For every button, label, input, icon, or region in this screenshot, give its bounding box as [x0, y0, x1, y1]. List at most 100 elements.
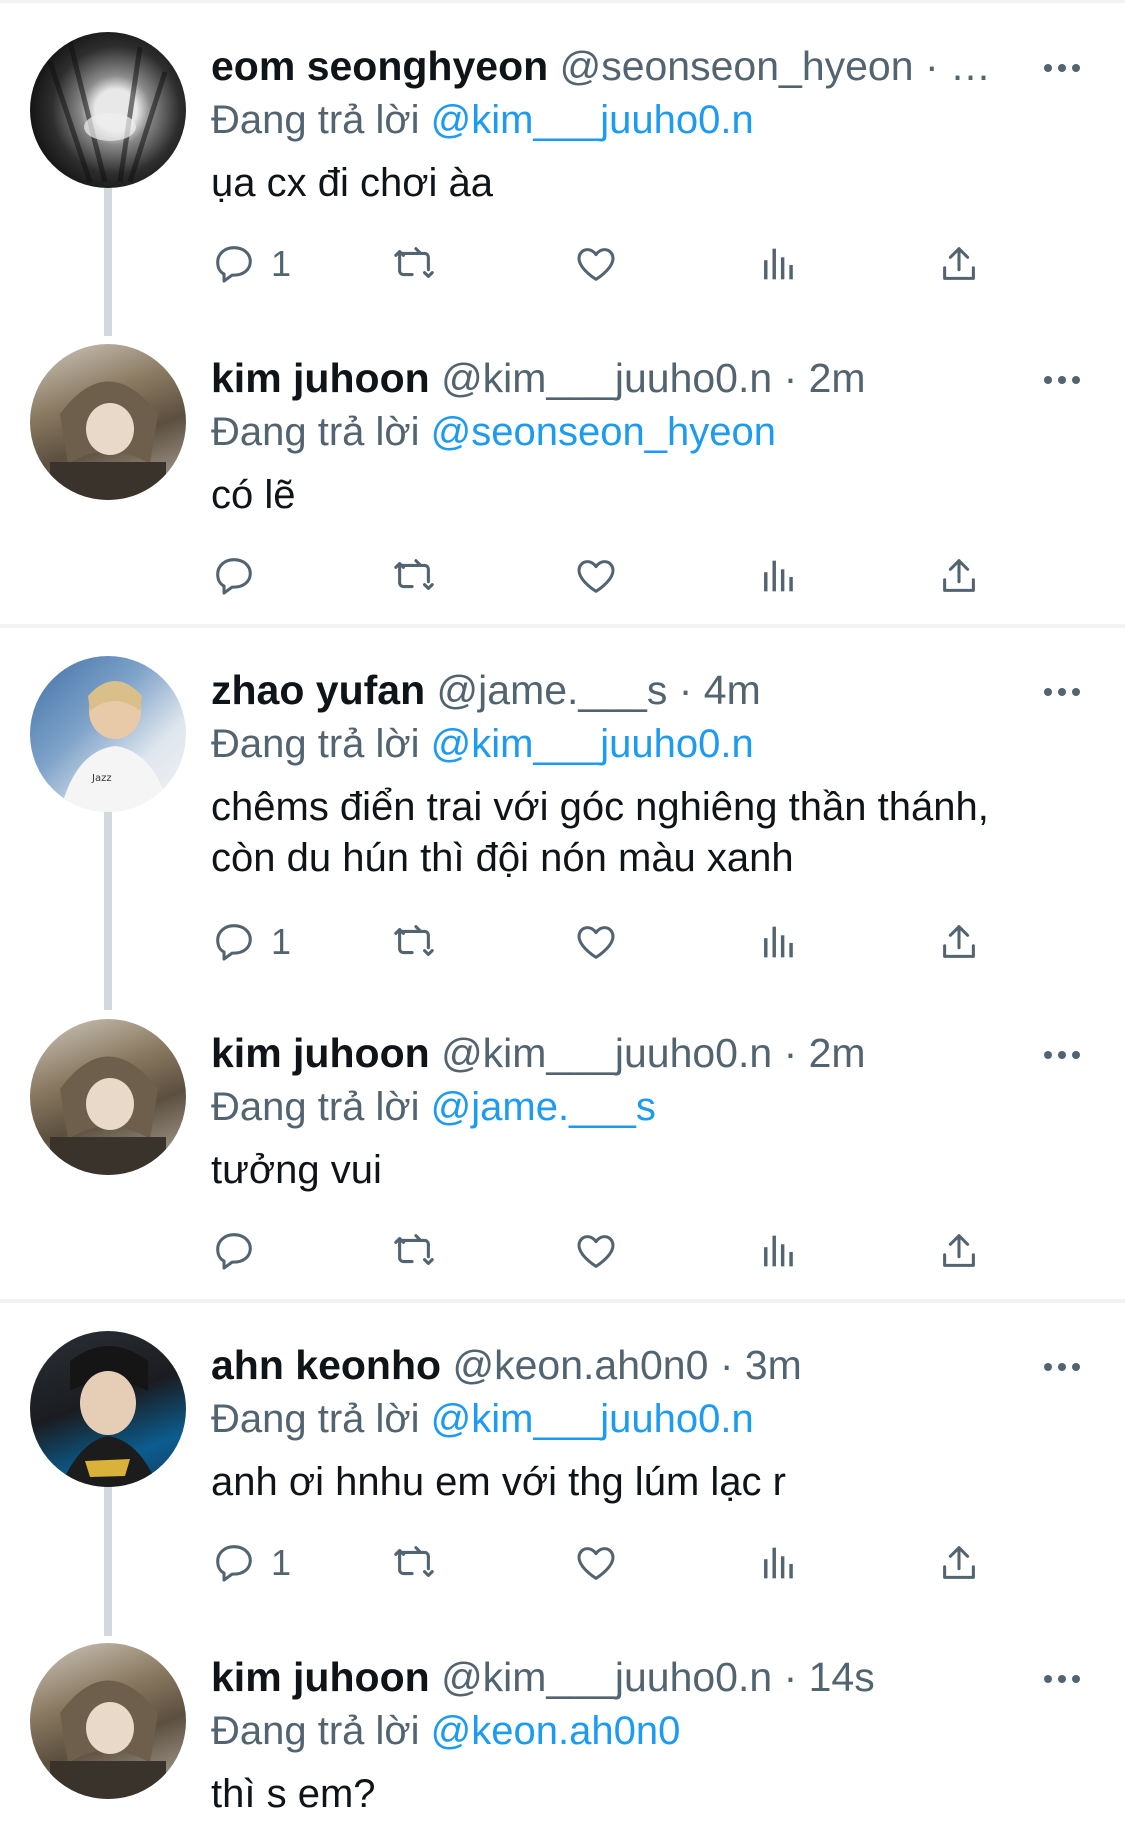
section-divider	[0, 1299, 1125, 1303]
like-icon[interactable]	[573, 912, 619, 972]
views-icon[interactable]	[756, 1533, 802, 1593]
tweet-text: ụa cx đi chơi àa	[211, 161, 493, 205]
user-handle[interactable]: @keon.ah0n0	[452, 1342, 708, 1388]
more-options-icon[interactable]	[1037, 350, 1087, 410]
reply-icon[interactable]: 1	[211, 912, 291, 972]
timestamp: · 2m	[783, 355, 866, 401]
mention-link[interactable]: @kim___juuho0.n	[431, 722, 754, 766]
reply-prefix: Đang trả lời	[211, 1397, 420, 1441]
replying-to: Đang trả lời @kim___juuho0.n	[211, 716, 754, 772]
like-icon[interactable]	[573, 234, 619, 294]
timestamp: · 14s	[783, 1654, 875, 1700]
user-handle[interactable]: @seonseon_hyeon	[560, 43, 914, 89]
tweet-text: thì s em?	[211, 1772, 376, 1816]
avatar[interactable]	[30, 1643, 186, 1799]
reply-prefix: Đang trả lời	[211, 410, 420, 454]
views-icon[interactable]	[756, 546, 802, 606]
tweet-text: tưởng vui	[211, 1148, 382, 1192]
tweet-text: chêms điển trai với góc nghiêng thần thá…	[211, 785, 989, 880]
share-icon[interactable]	[936, 546, 982, 606]
views-icon[interactable]	[756, 234, 802, 294]
mention-link[interactable]: @seonseon_hyeon	[431, 410, 776, 454]
reply-prefix: Đang trả lời	[211, 1085, 420, 1129]
svg-text:Jazz: Jazz	[91, 773, 112, 784]
tweet[interactable]: ahn keonho @keon.ah0n0 · 3m Đang trả lời…	[0, 1327, 1125, 1617]
action-bar	[211, 546, 1011, 606]
timestamp: · …	[924, 43, 991, 89]
reply-icon[interactable]: 1	[211, 234, 291, 294]
share-icon[interactable]	[936, 1221, 982, 1281]
section-divider	[0, 624, 1125, 628]
tweet[interactable]: kim juhoon @kim___juuho0.n · 2m Đang trả…	[0, 1015, 1125, 1295]
avatar[interactable]	[30, 32, 186, 188]
display-name[interactable]: eom seonghyeon	[211, 43, 548, 89]
tweet-header: eom seonghyeon @seonseon_hyeon · …	[211, 38, 1065, 98]
replying-to: Đang trả lời @jame.___s	[211, 1079, 656, 1135]
like-icon[interactable]	[573, 546, 619, 606]
action-bar: 1	[211, 1533, 1011, 1593]
replying-to: Đang trả lời @keon.ah0n0	[211, 1703, 680, 1759]
replying-to: Đang trả lời @kim___juuho0.n	[211, 1391, 754, 1447]
user-handle[interactable]: @kim___juuho0.n	[441, 1654, 772, 1700]
tweet-text: có lẽ	[211, 473, 296, 517]
retweet-icon[interactable]	[391, 1221, 437, 1281]
like-icon[interactable]	[573, 1221, 619, 1281]
reply-thread-feed: eom seonghyeon @seonseon_hyeon · … Đang …	[0, 0, 1125, 1824]
display-name[interactable]: kim juhoon	[211, 355, 430, 401]
tweet[interactable]: eom seonghyeon @seonseon_hyeon · … Đang …	[0, 28, 1125, 318]
timestamp: · 2m	[783, 1030, 866, 1076]
retweet-icon[interactable]	[391, 912, 437, 972]
reply-prefix: Đang trả lời	[211, 722, 420, 766]
more-options-icon[interactable]	[1037, 38, 1087, 98]
more-options-icon[interactable]	[1037, 1337, 1087, 1397]
tweet[interactable]: kim juhoon @kim___juuho0.n · 2m Đang trả…	[0, 340, 1125, 620]
tweet-text: anh ơi hnhu em với thg lúm lạc r	[211, 1460, 786, 1504]
like-icon[interactable]	[573, 1533, 619, 1593]
user-handle[interactable]: @kim___juuho0.n	[441, 355, 772, 401]
more-options-icon[interactable]	[1037, 1025, 1087, 1085]
avatar[interactable]	[30, 1019, 186, 1175]
more-options-icon[interactable]	[1037, 662, 1087, 722]
tweet-header: kim juhoon @kim___juuho0.n · 14s	[211, 1649, 1065, 1709]
mention-link[interactable]: @kim___juuho0.n	[431, 98, 754, 142]
user-handle[interactable]: @kim___juuho0.n	[441, 1030, 772, 1076]
timestamp: · 3m	[719, 1342, 802, 1388]
avatar[interactable]	[30, 1331, 186, 1487]
tweet-header: kim juhoon @kim___juuho0.n · 2m	[211, 1025, 1065, 1085]
reply-icon[interactable]	[211, 1221, 271, 1281]
more-options-icon[interactable]	[1037, 1649, 1087, 1709]
views-icon[interactable]	[756, 1221, 802, 1281]
timestamp: · 4m	[678, 667, 761, 713]
reply-count: 1	[271, 1542, 292, 1583]
retweet-icon[interactable]	[391, 546, 437, 606]
reply-icon[interactable]: 1	[211, 1533, 291, 1593]
reply-count: 1	[271, 243, 292, 284]
share-icon[interactable]	[936, 912, 982, 972]
reply-prefix: Đang trả lời	[211, 98, 420, 142]
mention-link[interactable]: @jame.___s	[431, 1085, 656, 1129]
reply-prefix: Đang trả lời	[211, 1709, 420, 1753]
user-handle[interactable]: @jame.___s	[437, 667, 668, 713]
reply-icon[interactable]	[211, 546, 271, 606]
display-name[interactable]: kim juhoon	[211, 1030, 430, 1076]
tweet[interactable]: kim juhoon @kim___juuho0.n · 14s Đang tr…	[0, 1639, 1125, 1824]
tweet-header: kim juhoon @kim___juuho0.n · 2m	[211, 350, 1065, 410]
display-name[interactable]: zhao yufan	[211, 667, 425, 713]
avatar[interactable]	[30, 344, 186, 500]
avatar[interactable]: Jazz	[30, 656, 186, 812]
views-icon[interactable]	[756, 912, 802, 972]
tweet-header: zhao yufan @jame.___s · 4m	[211, 662, 1065, 722]
retweet-icon[interactable]	[391, 234, 437, 294]
action-bar	[211, 1221, 1011, 1281]
tweet[interactable]: Jazz zhao yufan @jame.___s · 4m Đang trả…	[0, 652, 1125, 982]
mention-link[interactable]: @kim___juuho0.n	[431, 1397, 754, 1441]
share-icon[interactable]	[936, 234, 982, 294]
tweet-header: ahn keonho @keon.ah0n0 · 3m	[211, 1337, 1065, 1397]
display-name[interactable]: kim juhoon	[211, 1654, 430, 1700]
mention-link[interactable]: @keon.ah0n0	[431, 1709, 681, 1753]
display-name[interactable]: ahn keonho	[211, 1342, 441, 1388]
replying-to: Đang trả lời @seonseon_hyeon	[211, 404, 776, 460]
share-icon[interactable]	[936, 1533, 982, 1593]
retweet-icon[interactable]	[391, 1533, 437, 1593]
section-divider	[0, 0, 1125, 3]
